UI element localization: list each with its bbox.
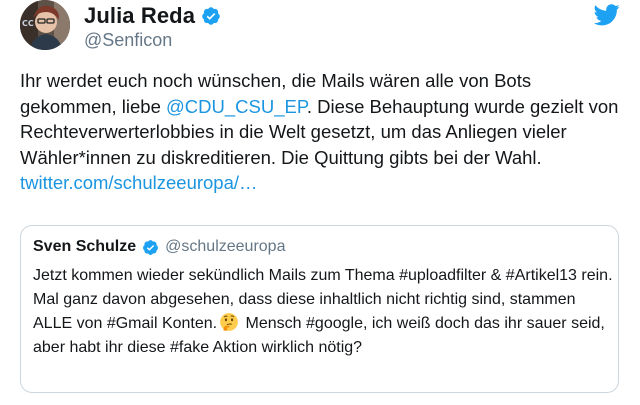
quoted-display-name: Sven Schulze <box>33 238 137 255</box>
quoted-author-row: Sven Schulze @schulzeeuropa <box>33 238 285 256</box>
quoted-tweet-card[interactable]: Sven Schulze @schulzeeuropa Jetzt kommen… <box>20 225 619 393</box>
quoted-handle: @schulzeeuropa <box>165 238 286 255</box>
author-handle[interactable]: @Senficon <box>84 30 172 51</box>
mention-link[interactable]: @CDU_CSU_EP <box>166 96 307 117</box>
verified-badge-icon <box>202 7 220 25</box>
embedded-tweet: CC Julia Reda @Senficon Ihr werdet euch … <box>0 0 640 405</box>
tweet-text: Ihr werdet euch noch wünschen, die Mails… <box>20 68 620 196</box>
twitter-bird-icon[interactable] <box>594 4 620 26</box>
svg-text:CC: CC <box>22 19 34 28</box>
quoted-tweet-text: Jetzt kommen wieder sekündlich Mails zum… <box>33 264 613 360</box>
author-name-row[interactable]: Julia Reda <box>84 3 221 29</box>
verified-badge-icon <box>143 239 159 255</box>
quoted-tweet-link[interactable]: twitter.com/schulzeeuropa/… <box>20 172 258 193</box>
avatar-photo: CC <box>20 0 70 50</box>
author-avatar[interactable]: CC <box>20 0 70 50</box>
author-display-name[interactable]: Julia Reda <box>84 3 195 29</box>
thinking-face-emoji <box>220 313 238 331</box>
